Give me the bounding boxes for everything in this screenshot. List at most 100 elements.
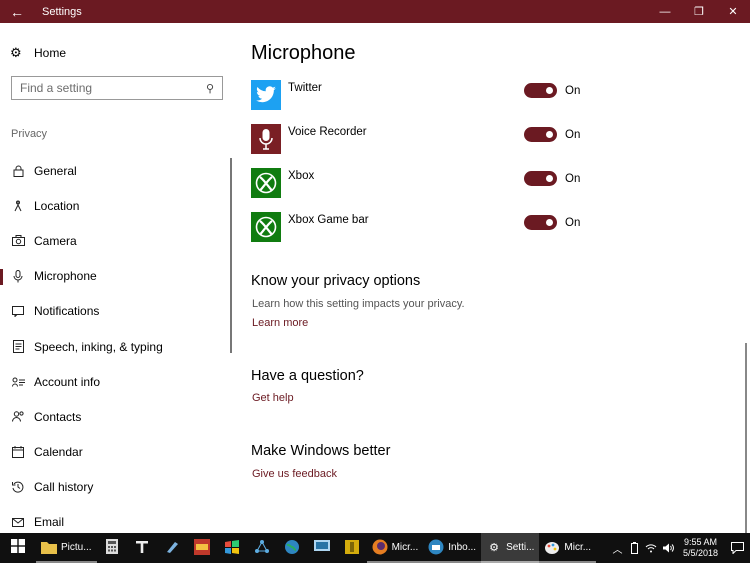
app-row-twitter: Twitter On (251, 80, 591, 112)
sidebar: ⚙ Home ⚲ Privacy General Location Camera (0, 23, 234, 533)
contacts-icon (11, 411, 25, 422)
twitter-icon (251, 80, 281, 110)
search-icon[interactable]: ⚲ (206, 82, 214, 95)
wifi-icon[interactable] (643, 543, 660, 553)
taskbar-pinned-globe[interactable] (277, 533, 307, 563)
action-center-icon[interactable] (724, 542, 750, 554)
home-link[interactable]: ⚙ Home (10, 45, 66, 61)
gear-icon: ⚙ (489, 541, 499, 554)
microphone-icon (11, 269, 25, 283)
sidebar-item-label: General (34, 163, 77, 178)
clock[interactable]: 9:55 AM 5/5/2018 (683, 537, 718, 559)
toggle-state: On (565, 84, 581, 97)
app-row-voice-recorder: Voice Recorder On (251, 124, 591, 156)
app-name: Voice Recorder (288, 126, 367, 138)
close-button[interactable]: ✕ (716, 0, 750, 23)
toggle-switch[interactable] (524, 83, 557, 98)
taskbar-pinned-network[interactable] (247, 533, 277, 563)
taskbar-pinned-monitor[interactable] (307, 533, 337, 563)
sidebar-item-microphone[interactable]: Microphone (0, 259, 234, 294)
clock-time: 9:55 AM (683, 537, 717, 547)
taskbar-pinned-archive[interactable] (337, 533, 367, 563)
sidebar-item-label: Camera (34, 233, 77, 248)
game-icon (193, 538, 210, 558)
monitor-icon (313, 539, 330, 557)
sidebar-item-label: Email (34, 515, 65, 530)
taskbar-pinned-calculator[interactable] (97, 533, 127, 563)
volume-icon[interactable] (660, 543, 677, 553)
text-tool-icon (135, 540, 149, 557)
taskbar-app-pictures[interactable]: Pictu... (36, 533, 97, 563)
chevron-up-icon[interactable]: ︿ (609, 541, 626, 556)
home-label: Home (34, 46, 67, 60)
xbox-icon (251, 212, 281, 242)
start-button[interactable] (0, 533, 36, 563)
app-name: Xbox (288, 170, 315, 182)
sidebar-item-contacts[interactable]: Contacts (0, 399, 234, 434)
privacy-options-heading: Know your privacy options (251, 273, 421, 289)
privacy-options-description: Learn how this setting impacts your priv… (252, 298, 465, 310)
main-scrollbar[interactable] (745, 343, 747, 533)
calendar-icon (11, 446, 25, 459)
network-app-icon (254, 539, 270, 558)
globe-icon (284, 539, 300, 558)
voice-recorder-toggle[interactable]: On (524, 127, 580, 142)
window-title: Settings (42, 5, 82, 18)
sidebar-item-label: Call history (34, 480, 94, 495)
sidebar-scrollbar[interactable] (230, 158, 232, 353)
xbox-game-bar-toggle[interactable]: On (524, 215, 580, 230)
twitter-toggle[interactable]: On (524, 83, 580, 98)
sidebar-item-account-info[interactable]: Account info (0, 364, 234, 399)
call-history-icon (11, 481, 25, 493)
sidebar-item-call-history[interactable]: Call history (0, 470, 234, 505)
sidebar-item-general[interactable]: General (0, 153, 234, 188)
taskbar-pinned-windows-app[interactable] (217, 533, 247, 563)
sidebar-item-notifications[interactable]: Notifications (0, 294, 234, 329)
calculator-icon (105, 539, 118, 557)
taskbar-pinned-notepad[interactable] (157, 533, 187, 563)
taskbar-app-firefox[interactable]: Micr... (366, 533, 424, 563)
main-content: Microphone Twitter On Voice Recorder On … (234, 23, 750, 533)
system-tray: ︿ 9:55 AM 5/5/2018 (609, 533, 750, 563)
xbox-toggle[interactable]: On (524, 171, 580, 186)
windows-flag-icon (224, 539, 240, 557)
taskbar-app-label: Inbo... (448, 541, 477, 553)
sidebar-item-calendar[interactable]: Calendar (0, 435, 234, 470)
restore-button[interactable]: ❐ (682, 0, 716, 23)
app-row-xbox: Xbox On (251, 168, 591, 200)
xbox-icon (251, 168, 281, 198)
sidebar-item-label: Contacts (34, 409, 82, 424)
toggle-state: On (565, 216, 581, 229)
close-icon: ✕ (728, 6, 738, 18)
archive-icon (344, 539, 360, 558)
taskbar-app-paint[interactable]: Micr... (539, 533, 597, 563)
sidebar-item-label: Calendar (34, 445, 83, 460)
search-box[interactable]: ⚲ (11, 76, 223, 100)
taskbar-pinned-tool[interactable] (127, 533, 157, 563)
toggle-switch[interactable] (524, 171, 557, 186)
toggle-switch[interactable] (524, 127, 557, 142)
search-input[interactable] (20, 81, 206, 95)
sidebar-item-location[interactable]: Location (0, 188, 234, 223)
taskbar-app-settings[interactable]: ⚙ Setti... (481, 533, 540, 563)
give-feedback-link[interactable]: Give us feedback (252, 468, 337, 480)
taskbar-pinned-game[interactable] (187, 533, 217, 563)
learn-more-link[interactable]: Learn more (252, 317, 308, 329)
get-help-link[interactable]: Get help (252, 392, 294, 404)
back-button[interactable]: ← (0, 0, 34, 23)
toggle-switch[interactable] (524, 215, 557, 230)
windows-logo-icon (11, 538, 25, 558)
app-name: Twitter (288, 82, 322, 94)
taskbar-app-thunderbird[interactable]: Inbo... (423, 533, 482, 563)
clock-date: 5/5/2018 (682, 548, 718, 558)
sidebar-item-speech[interactable]: Speech, inking, & typing (0, 329, 234, 364)
minimize-button[interactable]: — (648, 0, 682, 23)
paint-icon (544, 539, 560, 555)
notifications-icon (11, 305, 25, 317)
sidebar-item-camera[interactable]: Camera (0, 223, 234, 258)
voice-recorder-icon (251, 124, 281, 154)
battery-icon[interactable] (626, 542, 643, 554)
thunderbird-icon (428, 539, 444, 555)
minimize-icon: — (659, 5, 671, 18)
lock-icon (11, 165, 25, 177)
